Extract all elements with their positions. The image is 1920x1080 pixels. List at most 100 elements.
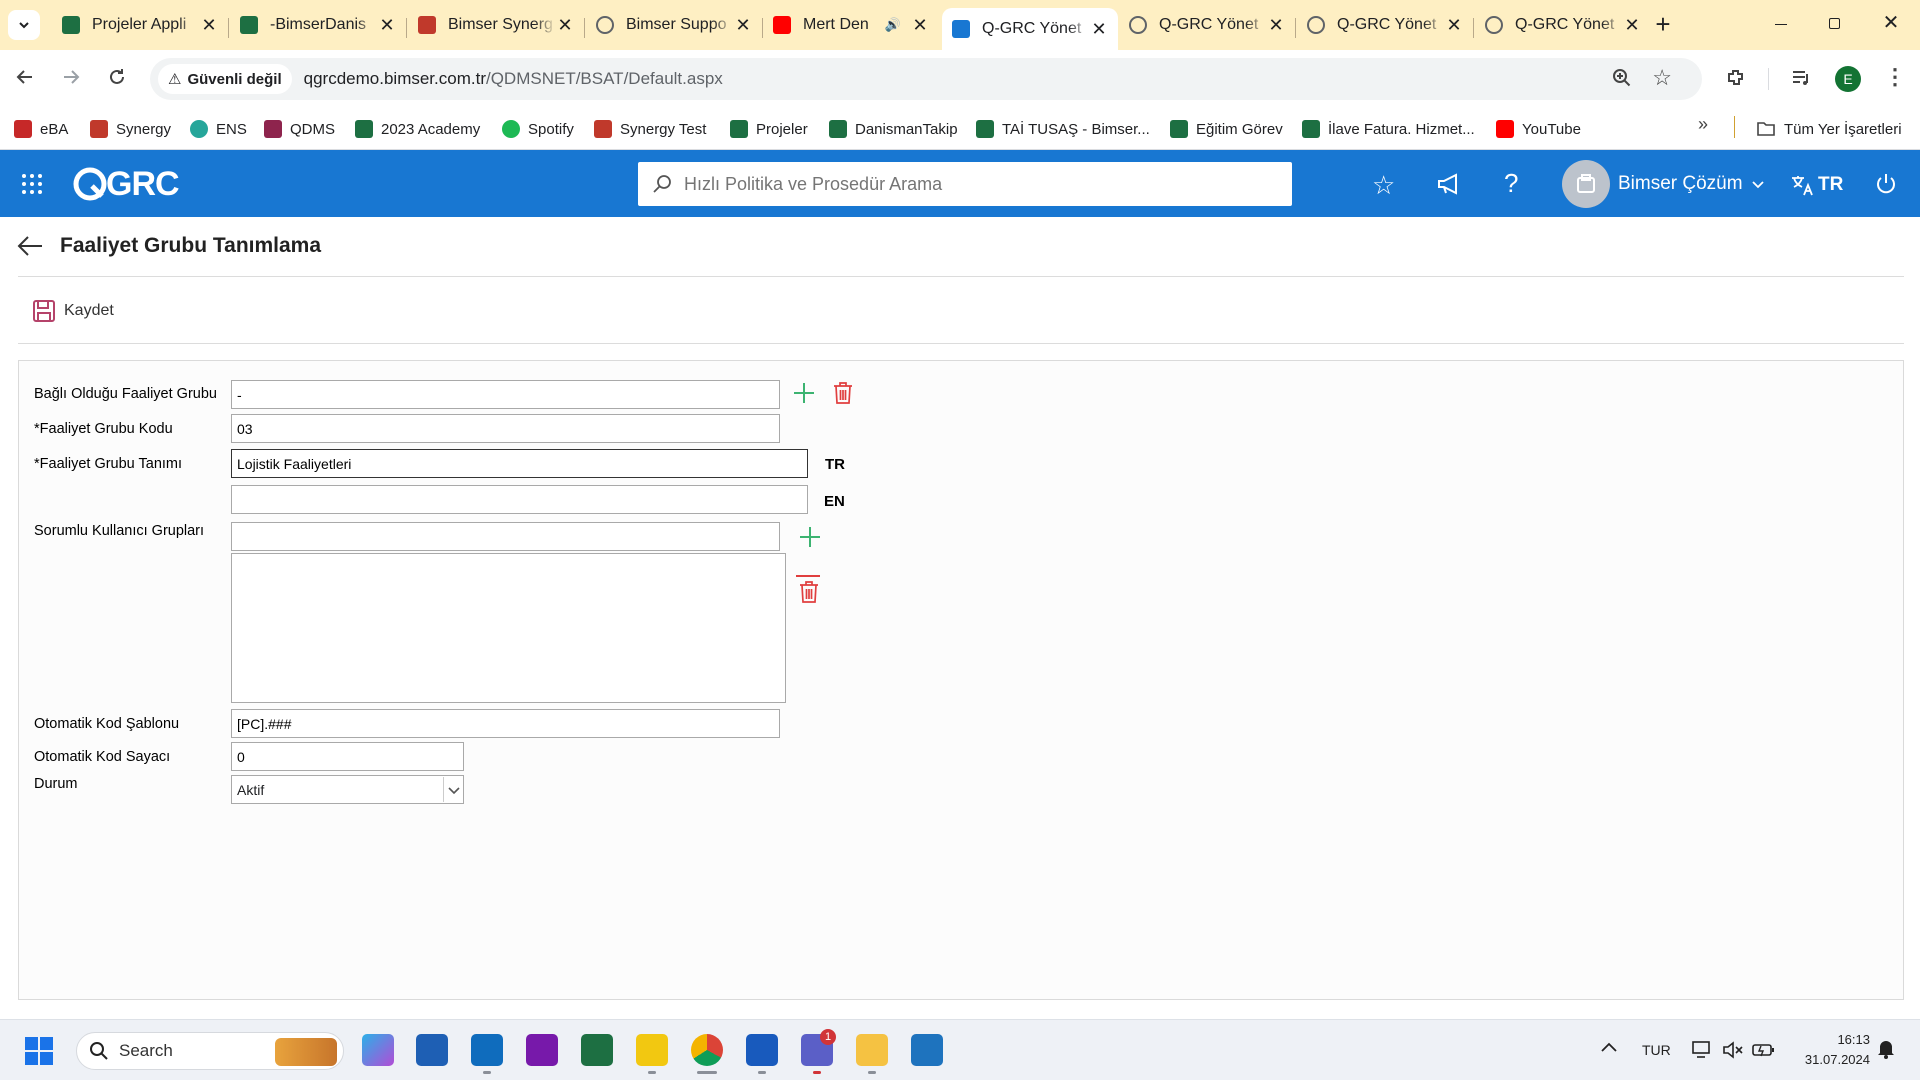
apps-grid-icon[interactable]: [20, 172, 44, 196]
security-chip[interactable]: ⚠ Güvenli değil: [158, 64, 292, 94]
definition-en-field[interactable]: [231, 485, 808, 514]
more-bookmarks-button[interactable]: »: [1698, 114, 1718, 140]
bookmark-star-icon[interactable]: ☆: [1652, 65, 1672, 91]
close-icon[interactable]: ✕: [1623, 15, 1641, 36]
close-icon[interactable]: ✕: [1267, 15, 1285, 36]
excel-icon[interactable]: [581, 1034, 613, 1066]
close-icon[interactable]: ✕: [1090, 19, 1108, 40]
outlook-icon[interactable]: [471, 1034, 503, 1066]
quick-search[interactable]: [638, 162, 1292, 206]
browser-menu-icon[interactable]: ⋮: [1884, 64, 1906, 94]
add-parent-group-icon[interactable]: [792, 381, 816, 405]
input-language[interactable]: TUR: [1642, 1042, 1671, 1058]
minimize-button[interactable]: [1766, 14, 1796, 34]
browser-tab[interactable]: Mert Den 🔊 ✕: [763, 8, 939, 42]
close-icon[interactable]: ✕: [734, 15, 752, 36]
browser-tab[interactable]: Projeler Appli ✕: [52, 8, 228, 42]
profile-avatar[interactable]: E: [1835, 66, 1861, 92]
user-menu[interactable]: Bimser Çözüm: [1562, 160, 1765, 208]
battery-icon[interactable]: [1752, 1040, 1776, 1060]
favorites-star-icon[interactable]: ☆: [1372, 170, 1395, 201]
volume-muted-icon[interactable]: [1722, 1040, 1744, 1060]
bookmark-label: YouTube: [1522, 120, 1581, 138]
chrome-icon[interactable]: [691, 1034, 723, 1066]
browser-tab[interactable]: Bimser Suppo ✕: [586, 8, 762, 42]
code-field[interactable]: [231, 414, 780, 443]
clock-time: 16:13: [1837, 1032, 1870, 1047]
close-window-button[interactable]: ✕: [1876, 10, 1906, 38]
user-groups-field[interactable]: [231, 522, 780, 551]
taskbar-search[interactable]: Search: [76, 1032, 344, 1070]
extensions-icon[interactable]: [1724, 66, 1750, 92]
add-user-group-icon[interactable]: [798, 525, 822, 549]
parent-group-field[interactable]: [231, 380, 780, 409]
bookmark-item[interactable]: Synergy: [90, 116, 171, 142]
audio-playing-icon[interactable]: 🔊: [885, 17, 901, 33]
language-selector[interactable]: TR: [1790, 172, 1843, 198]
browser-tab[interactable]: -BimserDanis ✕: [230, 8, 406, 42]
back-button[interactable]: [14, 66, 42, 92]
bookmark-favicon-icon: [976, 120, 994, 138]
tab-search-button[interactable]: [8, 10, 40, 40]
quick-search-input[interactable]: [684, 173, 1264, 195]
remove-user-group-icon[interactable]: [796, 565, 820, 577]
all-bookmarks-button[interactable]: Tüm Yer İşaretleri: [1756, 116, 1902, 142]
save-button[interactable]: Kaydet: [32, 298, 114, 324]
close-icon[interactable]: ✕: [378, 15, 396, 36]
help-icon[interactable]: ?: [1504, 168, 1518, 199]
bookmark-item[interactable]: Synergy Test: [594, 116, 706, 142]
power-icon[interactable]: [1874, 172, 1898, 196]
user-groups-listbox[interactable]: [231, 553, 786, 703]
back-arrow-button[interactable]: [16, 234, 46, 260]
close-icon[interactable]: ✕: [1445, 15, 1463, 36]
media-control-icon[interactable]: [1790, 66, 1816, 92]
delete-user-group-icon[interactable]: [798, 580, 820, 604]
address-bar[interactable]: ⚠ Güvenli değil qgrcdemo.bimser.com.tr/Q…: [150, 58, 1702, 100]
defender-icon[interactable]: [911, 1034, 943, 1066]
app-logo[interactable]: GRC: [72, 164, 180, 204]
bookmark-item[interactable]: Eğitim Görev: [1170, 116, 1283, 142]
auto-code-template-field[interactable]: [231, 709, 780, 738]
bookmark-item[interactable]: DanismanTakip: [829, 116, 958, 142]
status-select[interactable]: Aktif: [231, 775, 464, 804]
close-icon[interactable]: ✕: [556, 15, 574, 36]
close-icon[interactable]: ✕: [911, 15, 929, 36]
bookmark-item[interactable]: TAİ TUSAŞ - Bimser...: [976, 116, 1150, 142]
word-icon[interactable]: [746, 1034, 778, 1066]
file-explorer-icon[interactable]: [856, 1034, 888, 1066]
network-icon[interactable]: [1692, 1040, 1714, 1060]
clock[interactable]: 16:13 31.07.2024: [1790, 1030, 1870, 1070]
widgets-icon[interactable]: [416, 1034, 448, 1066]
show-hidden-icons-button[interactable]: [1600, 1040, 1618, 1060]
announcement-icon[interactable]: [1436, 172, 1464, 196]
browser-tab[interactable]: Q-GRC Yönet ✕: [1119, 8, 1295, 42]
bookmark-item[interactable]: Projeler: [730, 116, 808, 142]
zoom-icon[interactable]: [1612, 68, 1632, 93]
forward-button[interactable]: [60, 66, 88, 92]
onenote-icon[interactable]: [526, 1034, 558, 1066]
bookmark-item[interactable]: eBA: [14, 116, 68, 142]
definition-tr-field[interactable]: [231, 449, 808, 478]
copilot-icon[interactable]: [362, 1034, 394, 1066]
browser-tab[interactable]: Q-GRC Yönet ✕: [942, 8, 1118, 50]
sticky-notes-icon[interactable]: [636, 1034, 668, 1066]
bookmark-item[interactable]: İlave Fatura. Hizmet...: [1302, 116, 1475, 142]
close-icon[interactable]: ✕: [200, 15, 218, 36]
start-button[interactable]: [24, 1036, 54, 1066]
restore-button[interactable]: [1820, 14, 1850, 34]
bookmark-item[interactable]: Spotify: [502, 116, 574, 142]
browser-tab[interactable]: Q-GRC Yönet ✕: [1475, 8, 1651, 42]
notification-bell-icon[interactable]: [1876, 1038, 1896, 1060]
bookmark-item[interactable]: ENS: [190, 116, 247, 142]
bookmark-item[interactable]: YouTube: [1496, 116, 1581, 142]
browser-tab[interactable]: Q-GRC Yönet ✕: [1297, 8, 1473, 42]
dropdown-button[interactable]: [443, 777, 463, 802]
browser-tab[interactable]: Bimser Synerg ✕: [408, 8, 584, 42]
bookmark-item[interactable]: 2023 Academy: [355, 116, 480, 142]
delete-parent-group-icon[interactable]: [832, 381, 854, 405]
bookmark-label: DanismanTakip: [855, 120, 958, 138]
new-tab-button[interactable]: +: [1650, 11, 1676, 38]
bookmark-item[interactable]: QDMS: [264, 116, 335, 142]
auto-code-counter-field[interactable]: [231, 742, 464, 771]
reload-button[interactable]: [106, 66, 134, 92]
